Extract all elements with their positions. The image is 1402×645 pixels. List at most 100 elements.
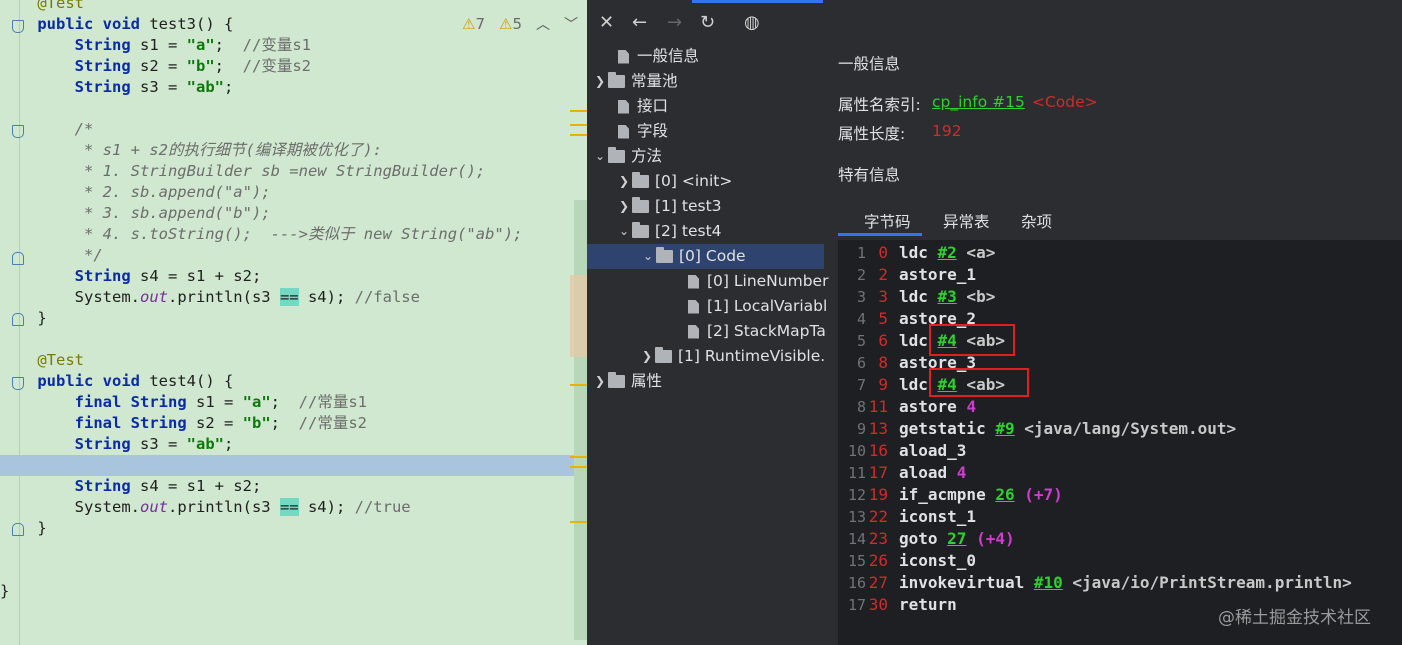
tab-misc[interactable]: 杂项 <box>1021 210 1052 232</box>
bytecode-row[interactable]: 14 23 goto 27 (+4) <box>838 528 1402 550</box>
bytecode-row[interactable]: 9 13 getstatic #9 <java/lang/System.out> <box>838 418 1402 440</box>
chevron-down-icon[interactable]: ⌄ <box>616 219 632 244</box>
code-line[interactable]: final String s2 = "b"; //常量s2 <box>0 413 587 434</box>
bytecode-row[interactable]: 2 2 astore_1 <box>838 264 1402 286</box>
code-line[interactable]: */ <box>0 245 587 266</box>
arrow-left-icon[interactable]: ← <box>632 12 647 33</box>
globe-icon[interactable]: ◍ <box>744 12 760 33</box>
tree-item-runtime-visible[interactable]: ❯ [1] RuntimeVisible. <box>639 344 825 369</box>
error-stripe-marker[interactable] <box>570 521 587 523</box>
code-line[interactable] <box>0 98 587 119</box>
code-line[interactable]: @Test <box>0 350 587 371</box>
tree-item-method-init[interactable]: ❯ [0] <init> <box>616 169 732 194</box>
code-line[interactable] <box>0 329 587 350</box>
code-line[interactable]: System.out.println(s3 == s4); //false <box>0 287 587 308</box>
code-line[interactable] <box>0 560 587 581</box>
fold-icon[interactable] <box>12 313 24 326</box>
bytecode-row[interactable]: 13 22 iconst_1 <box>838 506 1402 528</box>
bytecode-row[interactable]: 5 6 ldc #4 <ab> <box>838 330 1402 352</box>
code-line[interactable]: } <box>0 308 587 329</box>
bytecode-row[interactable]: 12 19 if_acmpne 26 (+7) <box>838 484 1402 506</box>
error-stripe-marker[interactable] <box>570 110 587 112</box>
constant-ref-link[interactable]: #3 <box>938 287 957 306</box>
bytecode-row[interactable]: 6 8 astore_3 <box>838 352 1402 374</box>
fold-icon[interactable] <box>12 125 24 138</box>
constant-ref-link[interactable]: #10 <box>1034 573 1063 592</box>
chevron-up-icon[interactable]: ︿ <box>536 14 550 34</box>
code-line[interactable]: String s4 = s1 + s2; <box>0 266 587 287</box>
constant-ref-link[interactable]: #9 <box>995 419 1014 438</box>
tree-item-attributes[interactable]: ❯ 属性 <box>592 369 662 394</box>
bytecode-row[interactable]: 10 16 aload_3 <box>838 440 1402 462</box>
arrow-right-icon[interactable]: → <box>667 12 682 33</box>
bytecode-row[interactable]: 16 27 invokevirtual #10 <java/io/PrintStre… <box>838 572 1402 594</box>
bytecode-row[interactable]: 4 5 astore_2 <box>838 308 1402 330</box>
code-line[interactable]: System.out.println(s3 == s4); //true <box>0 497 587 518</box>
fold-icon[interactable] <box>12 523 24 536</box>
close-icon[interactable]: ✕ <box>599 12 614 33</box>
tree-item-fields[interactable]: 字段 <box>599 119 668 144</box>
bytecode-row[interactable]: 7 9 ldc #4 <ab> <box>838 374 1402 396</box>
code-line[interactable] <box>0 539 587 560</box>
chevron-down-icon[interactable]: ⌄ <box>640 244 656 269</box>
code-editor[interactable]: @Test public void test3() { String s1 = … <box>0 0 587 645</box>
warning-count-b[interactable]: ⚠5 <box>499 15 522 33</box>
code-line[interactable]: * 3. sb.append("b"); <box>0 203 587 224</box>
chevron-down-icon[interactable]: ⌄ <box>592 144 608 169</box>
error-stripe-marker[interactable] <box>570 456 587 458</box>
chevron-right-icon[interactable]: ❯ <box>592 369 608 394</box>
chevron-right-icon[interactable]: ❯ <box>616 194 632 219</box>
attr-name-link[interactable]: cp_info #15 <box>932 93 1025 111</box>
tree-item-method-test3[interactable]: ❯ [1] test3 <box>616 194 722 219</box>
error-stripe-marker[interactable] <box>570 466 587 468</box>
tree-item-interfaces[interactable]: 接口 <box>599 94 668 119</box>
code-line[interactable]: /* <box>0 119 587 140</box>
scrollbar[interactable] <box>574 200 587 640</box>
code-line[interactable]: String s2 = "b"; //变量s2 <box>0 56 587 77</box>
tab-bytecode[interactable]: 字节码 <box>864 210 911 232</box>
error-stripe-marker[interactable] <box>570 124 587 126</box>
tree-item-method-test4[interactable]: ⌄ [2] test4 <box>616 219 722 244</box>
tree-item-constant-pool[interactable]: ❯ 常量池 <box>592 69 678 94</box>
bytecode-row[interactable]: 8 11 astore 4 <box>838 396 1402 418</box>
code-line[interactable]: } <box>0 581 587 602</box>
code-line[interactable]: * 4. s.toString(); --->类似于 new String("a… <box>0 224 587 245</box>
code-line[interactable]: * s1 + s2的执行细节(编译期被优化了): <box>0 140 587 161</box>
code-line[interactable]: * 2. sb.append("a"); <box>0 182 587 203</box>
error-stripe-marker[interactable] <box>570 384 587 386</box>
fold-icon[interactable] <box>12 20 24 33</box>
tree-item-local-variable[interactable]: [1] LocalVariabl <box>669 294 827 319</box>
chevron-down-icon[interactable]: ﹀ <box>564 14 578 34</box>
bytecode-row[interactable]: 3 3 ldc #3 <b> <box>838 286 1402 308</box>
inspection-widget[interactable]: ⚠7 ⚠5 ︿ ﹀ <box>462 14 578 34</box>
bytecode-listing[interactable]: 1 0 ldc #2 <a> 2 2 astore_1 3 3 ldc #3 <b> 4 5 asto… <box>838 240 1402 645</box>
code-line[interactable]: String s3 = "ab"; <box>0 434 587 455</box>
class-structure-tree[interactable]: 一般信息 ❯ 常量池 接口 字段 ⌄ 方法 ❯ [0] <init> ❯ [1] tes… <box>587 46 838 645</box>
bytecode-row[interactable]: 11 17 aload 4 <box>838 462 1402 484</box>
tree-item-stack-map[interactable]: [2] StackMapTa <box>669 319 826 344</box>
chevron-right-icon[interactable]: ❯ <box>616 169 632 194</box>
bytecode-row[interactable]: 1 0 ldc #2 <a> <box>838 242 1402 264</box>
code-line[interactable]: String s1 = "a"; //变量s1 <box>0 35 587 56</box>
constant-ref-link[interactable]: 27 <box>947 529 966 548</box>
bytecode-row[interactable]: 15 26 iconst_0 <box>838 550 1402 572</box>
code-line[interactable]: public void test4() { <box>0 371 587 392</box>
code-line[interactable]: String s3 = "ab"; <box>0 77 587 98</box>
refresh-icon[interactable]: ↻ <box>700 12 715 33</box>
code-line[interactable]: String s4 = s1 + s2; <box>0 476 587 497</box>
code-line[interactable] <box>0 455 587 476</box>
code-line[interactable]: } <box>0 518 587 539</box>
tab-exception-table[interactable]: 异常表 <box>943 210 990 232</box>
code-line[interactable]: * 1. StringBuilder sb =new StringBuilder… <box>0 161 587 182</box>
error-stripe-marker[interactable] <box>570 134 587 136</box>
constant-ref-link[interactable]: 26 <box>995 485 1014 504</box>
tree-item-methods[interactable]: ⌄ 方法 <box>592 144 662 169</box>
warning-count-a[interactable]: ⚠7 <box>462 15 485 33</box>
chevron-right-icon[interactable]: ❯ <box>639 344 655 369</box>
tree-item-line-number[interactable]: [0] LineNumber <box>669 269 828 294</box>
chevron-right-icon[interactable]: ❯ <box>592 69 608 94</box>
tree-item-general[interactable]: 一般信息 <box>599 46 699 69</box>
tree-item-code[interactable]: ⌄ [0] Code <box>587 244 824 269</box>
code-line[interactable]: final String s1 = "a"; //常量s1 <box>0 392 587 413</box>
fold-icon[interactable] <box>12 252 24 265</box>
